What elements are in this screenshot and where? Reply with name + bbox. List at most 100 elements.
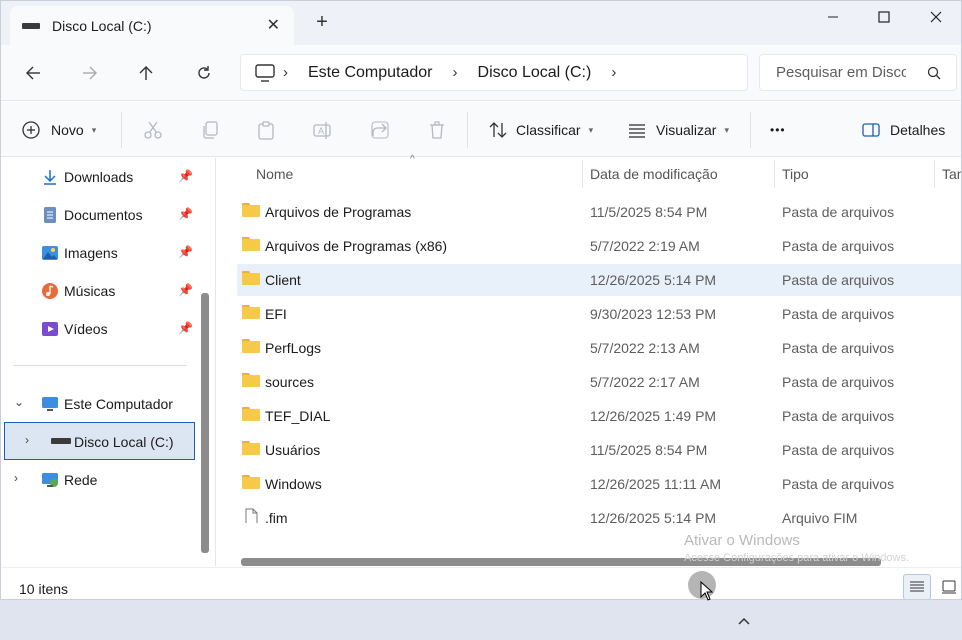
chevron-right-icon[interactable]: › — [14, 471, 18, 485]
copy-button[interactable] — [200, 116, 220, 144]
tab-disco-local[interactable]: Disco Local (C:) ✕ — [10, 6, 294, 45]
chevron-up-icon[interactable] — [737, 616, 751, 626]
file-row[interactable]: Arquivos de Programas 11/5/2025 8:54 PM … — [237, 196, 961, 228]
paste-button[interactable] — [256, 116, 276, 144]
file-name: Usuários — [265, 442, 321, 458]
file-row[interactable]: TEF_DIAL 12/26/2025 1:49 PM Pasta de arq… — [237, 400, 961, 432]
minimize-icon — [828, 16, 838, 18]
back-button[interactable] — [19, 59, 47, 87]
cut-button[interactable] — [143, 116, 163, 144]
chevron-down-icon[interactable]: ⌄ — [14, 395, 24, 409]
file-date: 11/5/2025 8:54 PM — [590, 442, 708, 458]
sidebar-item-este-computador[interactable]: ⌄ Este Computador — [1, 385, 201, 423]
folder-icon — [242, 441, 260, 456]
video-icon — [42, 322, 58, 336]
close-button[interactable] — [911, 3, 961, 31]
delete-button[interactable] — [427, 116, 447, 144]
file-name: Arquivos de Programas (x86) — [265, 238, 448, 254]
file-row[interactable]: Arquivos de Programas (x86) 5/7/2022 2:1… — [237, 230, 961, 262]
file-row[interactable]: Usuários 11/5/2025 8:54 PM Pasta de arqu… — [237, 434, 961, 466]
sidebar-item-downloads[interactable]: Downloads 📌 — [1, 158, 201, 196]
file-type: Pasta de arquivos — [782, 272, 895, 288]
details-view-button[interactable] — [903, 574, 931, 599]
file-row[interactable]: Windows 12/26/2025 11:11 AM Pasta de arq… — [237, 468, 961, 500]
search-box[interactable] — [759, 54, 957, 91]
pin-icon: 📌 — [178, 169, 193, 183]
details-pane-icon — [862, 123, 880, 137]
computer-icon — [255, 63, 275, 82]
column-divider[interactable] — [582, 160, 583, 188]
new-button[interactable]: Novo ▾ — [21, 116, 96, 144]
refresh-button[interactable] — [190, 59, 218, 87]
chevron-right-icon[interactable]: › — [25, 433, 29, 447]
sort-ascending-icon: ^ — [410, 154, 415, 165]
file-row[interactable]: PerfLogs 5/7/2022 2:13 AM Pasta de arqui… — [237, 332, 961, 364]
file-explorer-window: Disco Local (C:) ✕ + › Este Computador ›… — [0, 0, 962, 600]
sidebar-item-documentos[interactable]: Documentos 📌 — [1, 196, 201, 234]
pane-divider[interactable] — [215, 158, 216, 566]
svg-text:A: A — [318, 126, 324, 136]
address-bar[interactable]: › Este Computador › Disco Local (C:) › — [240, 54, 748, 91]
file-type: Pasta de arquivos — [782, 204, 895, 220]
sidebar-item-musicas[interactable]: Músicas 📌 — [1, 272, 201, 310]
sidebar-scrollbar[interactable] — [201, 293, 209, 553]
sort-button[interactable]: Classificar ▾ — [488, 116, 593, 144]
folder-icon — [242, 373, 260, 388]
document-icon — [44, 207, 56, 223]
new-tab-button[interactable]: + — [310, 11, 334, 34]
file-date: 12/26/2025 5:14 PM — [590, 510, 717, 526]
file-icon — [245, 508, 258, 523]
new-button-label: Novo — [51, 122, 84, 138]
clipboard-icon — [258, 121, 274, 140]
breadcrumb-disco-local[interactable]: Disco Local (C:) — [478, 64, 592, 82]
sidebar-divider — [13, 365, 187, 366]
trash-icon — [430, 121, 444, 139]
sidebar-item-label: Rede — [64, 472, 98, 488]
image-icon — [42, 246, 58, 260]
share-button[interactable] — [370, 116, 390, 144]
sidebar-item-label: Downloads — [64, 169, 134, 185]
file-row[interactable]: EFI 9/30/2023 12:53 PM Pasta de arquivos — [237, 298, 961, 330]
file-row[interactable]: sources 5/7/2022 2:17 AM Pasta de arquiv… — [237, 366, 961, 398]
arrow-up-icon — [139, 66, 153, 80]
maximize-button[interactable] — [859, 3, 909, 31]
column-header-type[interactable]: Tipo — [782, 158, 809, 190]
column-header-name[interactable]: Nome — [256, 158, 293, 190]
file-row[interactable]: .fim 12/26/2025 5:14 PM Arquivo FIM — [237, 502, 961, 534]
tab-close-icon[interactable]: ✕ — [267, 15, 280, 35]
column-divider[interactable] — [934, 160, 935, 188]
plus-circle-icon — [22, 121, 40, 139]
column-header-date[interactable]: Data de modificação — [590, 158, 718, 190]
refresh-icon — [198, 66, 210, 79]
sidebar-item-label: Disco Local (C:) — [74, 434, 174, 450]
sidebar-item-imagens[interactable]: Imagens 📌 — [1, 234, 201, 272]
column-header-size[interactable]: Tam — [942, 158, 961, 190]
more-options-button[interactable]: ••• — [770, 116, 786, 144]
up-button[interactable] — [132, 59, 160, 87]
column-divider[interactable] — [774, 160, 775, 188]
file-row[interactable]: Client 12/26/2025 5:14 PM Pasta de arqui… — [237, 264, 961, 296]
sidebar-item-disco-local[interactable]: › Disco Local (C:) — [4, 422, 195, 460]
mouse-pointer-icon — [700, 581, 714, 601]
arrow-right-icon — [83, 66, 97, 80]
file-name: .fim — [265, 510, 288, 526]
details-pane-button[interactable]: Detalhes — [861, 116, 945, 144]
view-button[interactable]: Visualizar ▾ — [627, 116, 729, 144]
sidebar-item-videos[interactable]: Vídeos 📌 — [1, 310, 201, 348]
maximize-icon — [878, 11, 890, 23]
forward-button[interactable] — [76, 59, 104, 87]
breadcrumb-separator-icon[interactable]: › — [611, 64, 616, 81]
minimize-button[interactable] — [808, 3, 858, 31]
rename-button[interactable]: A — [312, 116, 332, 144]
breadcrumb-separator-icon[interactable]: › — [283, 64, 288, 81]
file-name: Arquivos de Programas — [265, 204, 412, 220]
file-type: Pasta de arquivos — [782, 238, 895, 254]
breadcrumb-separator-icon[interactable]: › — [453, 64, 458, 81]
breadcrumb-este-computador[interactable]: Este Computador — [308, 64, 433, 82]
search-input[interactable] — [776, 64, 906, 81]
tiles-view-button[interactable] — [935, 574, 961, 599]
file-type: Pasta de arquivos — [782, 340, 895, 356]
folder-icon — [242, 237, 260, 252]
network-icon — [42, 473, 58, 487]
sidebar-item-rede[interactable]: › Rede — [1, 461, 201, 499]
